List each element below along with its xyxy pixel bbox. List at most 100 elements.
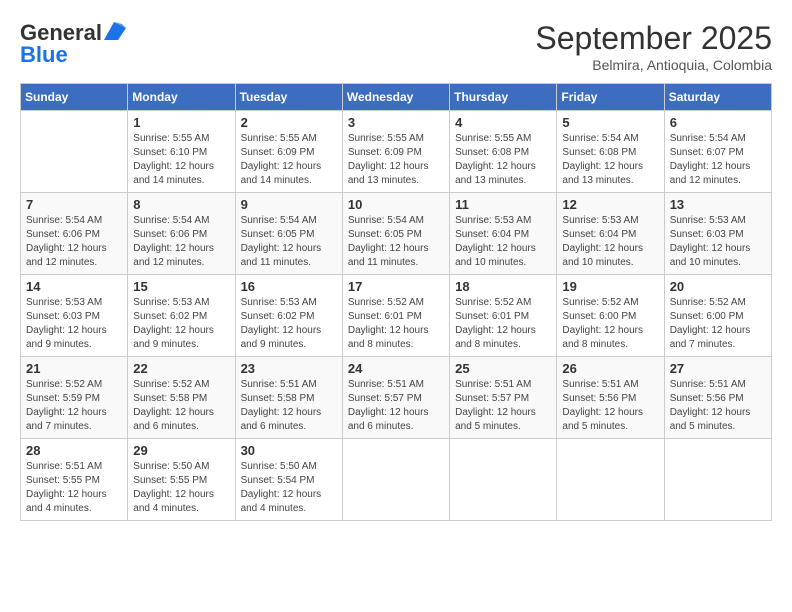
- page-header: General Blue September 2025 Belmira, Ant…: [20, 20, 772, 73]
- day-info: Sunrise: 5:51 AM Sunset: 5:55 PM Dayligh…: [26, 460, 122, 516]
- calendar-cell: 5 Sunrise: 5:54 AM Sunset: 6:08 PM Daylig…: [557, 111, 664, 193]
- calendar-cell: 20 Sunrise: 5:52 AM Sunset: 6:00 PM Dayli…: [664, 275, 771, 357]
- day-number: 5: [562, 115, 658, 130]
- day-info: Sunrise: 5:54 AM Sunset: 6:07 PM Dayligh…: [670, 132, 766, 188]
- weekday-header-wednesday: Wednesday: [342, 84, 449, 111]
- calendar-cell: 13 Sunrise: 5:53 AM Sunset: 6:03 PM Dayli…: [664, 193, 771, 275]
- day-number: 22: [133, 361, 229, 376]
- weekday-header-monday: Monday: [128, 84, 235, 111]
- day-number: 14: [26, 279, 122, 294]
- day-number: 24: [348, 361, 444, 376]
- calendar-cell: 17 Sunrise: 5:52 AM Sunset: 6:01 PM Dayli…: [342, 275, 449, 357]
- calendar-cell: 29Sunrise: 5:50 AM Sunset: 5:55 PM Dayli…: [128, 439, 235, 521]
- title-section: September 2025 Belmira, Antioquia, Colom…: [535, 20, 772, 73]
- calendar-cell: 27Sunrise: 5:51 AM Sunset: 5:56 PM Dayli…: [664, 357, 771, 439]
- day-number: 16: [241, 279, 337, 294]
- day-info: Sunrise: 5:51 AM Sunset: 5:58 PM Dayligh…: [241, 378, 337, 434]
- day-number: 11: [455, 197, 551, 212]
- day-number: 13: [670, 197, 766, 212]
- calendar-cell: 12 Sunrise: 5:53 AM Sunset: 6:04 PM Dayli…: [557, 193, 664, 275]
- weekday-header-sunday: Sunday: [21, 84, 128, 111]
- calendar-cell: 14 Sunrise: 5:53 AM Sunset: 6:03 PM Dayli…: [21, 275, 128, 357]
- logo-bird-icon: [104, 22, 126, 40]
- calendar-cell: 10 Sunrise: 5:54 AM Sunset: 6:05 PM Dayli…: [342, 193, 449, 275]
- day-info: Sunrise: 5:54 AM Sunset: 6:05 PM Dayligh…: [348, 214, 444, 270]
- day-info: Sunrise: 5:54 AM Sunset: 6:06 PM Dayligh…: [133, 214, 229, 270]
- calendar-week-row: 28Sunrise: 5:51 AM Sunset: 5:55 PM Dayli…: [21, 439, 772, 521]
- month-title: September 2025: [535, 20, 772, 57]
- day-number: 27: [670, 361, 766, 376]
- day-info: Sunrise: 5:53 AM Sunset: 6:04 PM Dayligh…: [455, 214, 551, 270]
- day-info: Sunrise: 5:55 AM Sunset: 6:09 PM Dayligh…: [348, 132, 444, 188]
- day-number: 20: [670, 279, 766, 294]
- day-info: Sunrise: 5:55 AM Sunset: 6:09 PM Dayligh…: [241, 132, 337, 188]
- calendar-cell: [342, 439, 449, 521]
- calendar-cell: [21, 111, 128, 193]
- calendar-cell: 11 Sunrise: 5:53 AM Sunset: 6:04 PM Dayli…: [450, 193, 557, 275]
- calendar-cell: 8 Sunrise: 5:54 AM Sunset: 6:06 PM Daylig…: [128, 193, 235, 275]
- day-info: Sunrise: 5:52 AM Sunset: 6:01 PM Dayligh…: [348, 296, 444, 352]
- calendar-week-row: 21 Sunrise: 5:52 AM Sunset: 5:59 PM Dayli…: [21, 357, 772, 439]
- calendar-cell: [664, 439, 771, 521]
- day-info: Sunrise: 5:53 AM Sunset: 6:04 PM Dayligh…: [562, 214, 658, 270]
- calendar-cell: 15 Sunrise: 5:53 AM Sunset: 6:02 PM Dayli…: [128, 275, 235, 357]
- calendar-cell: 23 Sunrise: 5:51 AM Sunset: 5:58 PM Dayli…: [235, 357, 342, 439]
- calendar-table: SundayMondayTuesdayWednesdayThursdayFrid…: [20, 83, 772, 521]
- calendar-cell: 7Sunrise: 5:54 AM Sunset: 6:06 PM Daylig…: [21, 193, 128, 275]
- calendar-cell: 18 Sunrise: 5:52 AM Sunset: 6:01 PM Dayli…: [450, 275, 557, 357]
- day-number: 23: [241, 361, 337, 376]
- day-number: 8: [133, 197, 229, 212]
- day-number: 12: [562, 197, 658, 212]
- calendar-cell: [450, 439, 557, 521]
- weekday-header-row: SundayMondayTuesdayWednesdayThursdayFrid…: [21, 84, 772, 111]
- location: Belmira, Antioquia, Colombia: [535, 57, 772, 73]
- calendar-cell: 19Sunrise: 5:52 AM Sunset: 6:00 PM Dayli…: [557, 275, 664, 357]
- calendar-cell: 21 Sunrise: 5:52 AM Sunset: 5:59 PM Dayli…: [21, 357, 128, 439]
- day-number: 17: [348, 279, 444, 294]
- day-info: Sunrise: 5:53 AM Sunset: 6:02 PM Dayligh…: [133, 296, 229, 352]
- day-info: Sunrise: 5:52 AM Sunset: 6:01 PM Dayligh…: [455, 296, 551, 352]
- day-info: Sunrise: 5:53 AM Sunset: 6:03 PM Dayligh…: [670, 214, 766, 270]
- calendar-cell: [557, 439, 664, 521]
- calendar-cell: 30Sunrise: 5:50 AM Sunset: 5:54 PM Dayli…: [235, 439, 342, 521]
- day-info: Sunrise: 5:53 AM Sunset: 6:03 PM Dayligh…: [26, 296, 122, 352]
- day-number: 26: [562, 361, 658, 376]
- calendar-cell: 1 Sunrise: 5:55 AM Sunset: 6:10 PM Daylig…: [128, 111, 235, 193]
- day-info: Sunrise: 5:55 AM Sunset: 6:08 PM Dayligh…: [455, 132, 551, 188]
- day-info: Sunrise: 5:52 AM Sunset: 5:59 PM Dayligh…: [26, 378, 122, 434]
- day-info: Sunrise: 5:52 AM Sunset: 5:58 PM Dayligh…: [133, 378, 229, 434]
- day-info: Sunrise: 5:51 AM Sunset: 5:56 PM Dayligh…: [562, 378, 658, 434]
- day-number: 10: [348, 197, 444, 212]
- weekday-header-saturday: Saturday: [664, 84, 771, 111]
- day-info: Sunrise: 5:51 AM Sunset: 5:57 PM Dayligh…: [455, 378, 551, 434]
- weekday-header-friday: Friday: [557, 84, 664, 111]
- calendar-cell: 2 Sunrise: 5:55 AM Sunset: 6:09 PM Daylig…: [235, 111, 342, 193]
- day-info: Sunrise: 5:52 AM Sunset: 6:00 PM Dayligh…: [670, 296, 766, 352]
- day-number: 2: [241, 115, 337, 130]
- day-number: 4: [455, 115, 551, 130]
- calendar-cell: 3 Sunrise: 5:55 AM Sunset: 6:09 PM Daylig…: [342, 111, 449, 193]
- day-number: 6: [670, 115, 766, 130]
- day-info: Sunrise: 5:50 AM Sunset: 5:54 PM Dayligh…: [241, 460, 337, 516]
- day-number: 3: [348, 115, 444, 130]
- day-number: 29: [133, 443, 229, 458]
- day-info: Sunrise: 5:55 AM Sunset: 6:10 PM Dayligh…: [133, 132, 229, 188]
- calendar-week-row: 7Sunrise: 5:54 AM Sunset: 6:06 PM Daylig…: [21, 193, 772, 275]
- day-info: Sunrise: 5:51 AM Sunset: 5:57 PM Dayligh…: [348, 378, 444, 434]
- calendar-cell: 24 Sunrise: 5:51 AM Sunset: 5:57 PM Dayli…: [342, 357, 449, 439]
- calendar-cell: 4 Sunrise: 5:55 AM Sunset: 6:08 PM Daylig…: [450, 111, 557, 193]
- logo: General Blue: [20, 20, 126, 68]
- weekday-header-tuesday: Tuesday: [235, 84, 342, 111]
- calendar-cell: 6 Sunrise: 5:54 AM Sunset: 6:07 PM Daylig…: [664, 111, 771, 193]
- weekday-header-thursday: Thursday: [450, 84, 557, 111]
- day-number: 9: [241, 197, 337, 212]
- day-info: Sunrise: 5:52 AM Sunset: 6:00 PM Dayligh…: [562, 296, 658, 352]
- calendar-week-row: 14 Sunrise: 5:53 AM Sunset: 6:03 PM Dayli…: [21, 275, 772, 357]
- day-number: 15: [133, 279, 229, 294]
- day-info: Sunrise: 5:54 AM Sunset: 6:08 PM Dayligh…: [562, 132, 658, 188]
- day-number: 21: [26, 361, 122, 376]
- day-info: Sunrise: 5:53 AM Sunset: 6:02 PM Dayligh…: [241, 296, 337, 352]
- day-number: 1: [133, 115, 229, 130]
- calendar-cell: 28Sunrise: 5:51 AM Sunset: 5:55 PM Dayli…: [21, 439, 128, 521]
- day-number: 18: [455, 279, 551, 294]
